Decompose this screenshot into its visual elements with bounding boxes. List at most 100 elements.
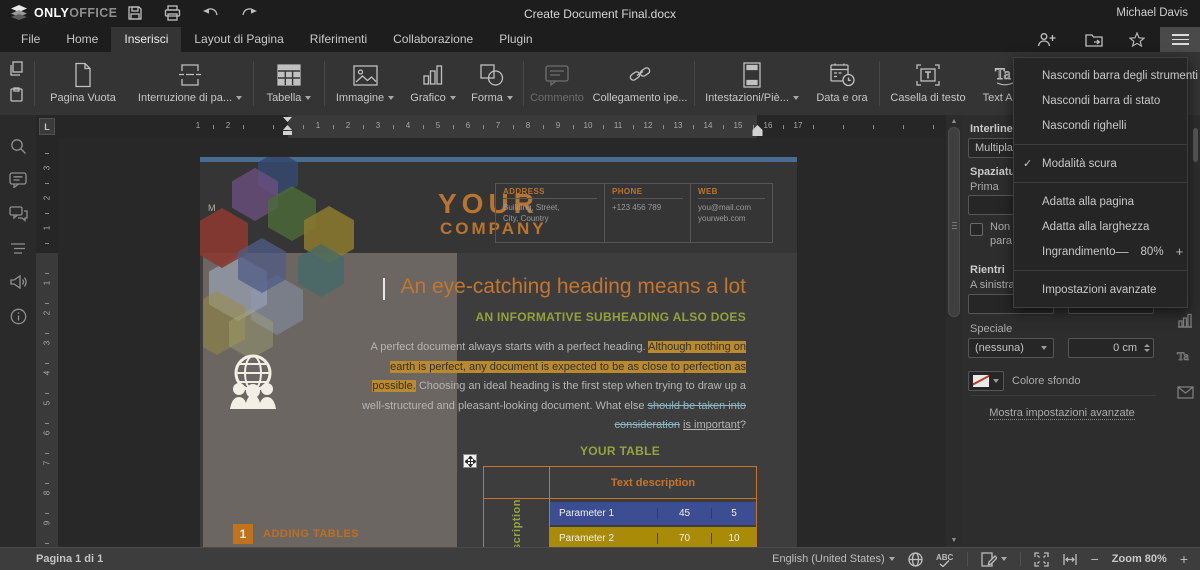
first-line-indent-marker[interactable] <box>282 116 293 138</box>
scrollbar-thumb[interactable] <box>948 127 960 317</box>
document-language-icon[interactable] <box>908 552 923 567</box>
tab-layout-di-pagina[interactable]: Layout di Pagina <box>181 27 296 52</box>
horizontal-ruler[interactable]: 211234567891011121314151617 <box>58 115 946 138</box>
left-sidebar <box>0 115 36 547</box>
background-color-label: Colore sfondo <box>1012 375 1081 387</box>
table-row: Parameter 27010 <box>550 527 756 547</box>
fit-page-icon[interactable] <box>1034 552 1049 567</box>
no-color-swatch <box>973 375 989 387</box>
header-footer-button[interactable]: Intestazioni/Piè... <box>697 52 807 115</box>
panel-scrollbar-thumb[interactable] <box>1193 128 1198 162</box>
open-file-location-icon[interactable] <box>1077 27 1111 52</box>
comments-panel-icon[interactable] <box>0 163 36 197</box>
redo-button[interactable] <box>238 3 260 23</box>
copy-icon[interactable] <box>9 61 24 81</box>
undo-button[interactable] <box>200 3 222 23</box>
scroll-down-icon[interactable]: ▼ <box>946 534 962 547</box>
blank-page-button[interactable]: Pagina Vuota <box>37 52 129 115</box>
date-time-button[interactable]: Data e ora <box>807 52 877 115</box>
mail-merge-icon[interactable] <box>1174 381 1196 403</box>
image-button[interactable]: Immagine <box>327 52 403 115</box>
spellcheck-icon[interactable]: ABC <box>936 552 954 567</box>
menu-hide-rulers[interactable]: Nascondi righelli <box>1014 113 1187 138</box>
page-count: Pagina 1 di 1 <box>36 553 103 565</box>
favorite-star-icon[interactable] <box>1120 27 1154 52</box>
tab-home[interactable]: Home <box>53 27 111 52</box>
web-label: WEB <box>698 187 765 199</box>
document-subheading: AN INFORMATIVE SUBHEADING ALSO DOES <box>350 310 746 324</box>
menu-dark-mode[interactable]: ✓ Modalità scura <box>1014 151 1187 176</box>
table-heading: YOUR TABLE <box>483 444 757 458</box>
document-scrollbar[interactable]: ▲ ▼ <box>946 115 962 547</box>
svg-text:Ta: Ta <box>995 66 1011 83</box>
chart-button[interactable]: Grafico <box>403 52 463 115</box>
spellcheck-abc: ABC <box>936 553 954 562</box>
vertical-ruler[interactable]: 32112345678910 <box>36 138 58 547</box>
chart-icon <box>423 60 443 90</box>
feedback-icon[interactable] <box>0 265 36 299</box>
navigation-panel-icon[interactable] <box>0 231 36 265</box>
table-button[interactable]: Tabella <box>256 52 322 115</box>
add-user-icon[interactable] <box>1029 27 1063 52</box>
zoom-out-icon[interactable]: − <box>1091 551 1099 567</box>
textart-settings-icon[interactable]: Ta <box>1174 345 1196 367</box>
menu-hide-statusbar[interactable]: Nascondi barra di stato <box>1014 88 1187 113</box>
chat-panel-icon[interactable] <box>0 197 36 231</box>
tab-file[interactable]: File <box>8 27 53 52</box>
image-icon <box>353 60 378 90</box>
menu-hide-toolbar[interactable]: Nascondi barra degli strumenti <box>1014 63 1187 88</box>
right-indent-marker[interactable] <box>752 124 763 138</box>
document-heading: An eye-catching heading means a lot <box>350 275 746 299</box>
svg-text:Ta: Ta <box>1177 349 1189 363</box>
print-button[interactable] <box>161 3 183 23</box>
zoom-in-button[interactable]: + <box>1176 245 1184 258</box>
table-header-cell: Text description <box>550 467 756 498</box>
track-changes-button[interactable] <box>981 552 1007 567</box>
advanced-settings-link[interactable]: Mostra impostazioni avanzate <box>962 407 1162 419</box>
fit-width-icon[interactable] <box>1062 553 1078 566</box>
checkbox-label-line1: Non <box>990 221 1010 233</box>
menu-advanced-settings[interactable]: Impostazioni avanzate <box>1014 277 1187 302</box>
tab-inserisci[interactable]: Inserisci <box>111 27 181 52</box>
save-button[interactable] <box>124 3 146 23</box>
shape-icon <box>480 60 504 90</box>
zoom-out-button[interactable]: — <box>1116 245 1129 258</box>
shape-button[interactable]: Forma <box>463 52 521 115</box>
chart-settings-icon[interactable] <box>1174 309 1196 331</box>
user-name[interactable]: Michael Davis <box>1116 7 1188 19</box>
tab-collaborazione[interactable]: Collaborazione <box>380 27 486 52</box>
date-time-icon <box>830 60 855 90</box>
background-color-button[interactable] <box>968 371 1004 391</box>
tab-stop-selector[interactable]: L <box>39 118 55 135</box>
paste-icon[interactable] <box>9 87 24 107</box>
hyperlink-button[interactable]: Collegamento ipe... <box>588 52 692 115</box>
tab-plugin[interactable]: Plugin <box>486 27 545 52</box>
document-canvas[interactable]: 1 ADDING TABLES A document consisting of… <box>58 138 946 547</box>
language-selector[interactable]: English (United States) <box>772 553 895 565</box>
phone-label: PHONE <box>612 187 683 199</box>
title-bar: ONLYOFFICE Create Document Final.docx Mi… <box>0 0 1200 27</box>
table-move-handle[interactable] <box>463 454 477 468</box>
zoom-in-icon[interactable]: + <box>1180 551 1188 567</box>
about-icon[interactable] <box>0 299 36 333</box>
search-icon[interactable] <box>0 129 36 163</box>
caret-down-icon <box>1001 557 1007 561</box>
no-space-checkbox[interactable] <box>970 223 983 236</box>
special-combo[interactable]: (nessuna) <box>968 338 1054 358</box>
hamburger-icon <box>1172 34 1189 45</box>
comment-icon <box>545 60 569 90</box>
table-row: Parameter 1455 <box>550 502 756 525</box>
main-menu-button[interactable] <box>1160 27 1200 52</box>
special-by-spinner[interactable]: 0 cm <box>1068 338 1154 358</box>
page-break-button[interactable]: Interruzione di pa... <box>129 52 251 115</box>
menu-fit-width[interactable]: Adatta alla larghezza <box>1014 214 1187 239</box>
team-globe-clipart <box>228 351 278 409</box>
document-table[interactable]: Text description Text description Parame… <box>483 466 757 547</box>
text-box-button[interactable]: Casella di testo <box>882 52 974 115</box>
onlyoffice-logo-icon <box>10 5 28 20</box>
document-page[interactable]: 1 ADDING TABLES A document consisting of… <box>200 157 797 547</box>
tab-riferimenti[interactable]: Riferimenti <box>297 27 380 52</box>
zoom-level[interactable]: Zoom 80% <box>1112 553 1167 565</box>
menu-fit-page[interactable]: Adatta alla pagina <box>1014 189 1187 214</box>
collaborator-marker: M <box>208 203 216 213</box>
